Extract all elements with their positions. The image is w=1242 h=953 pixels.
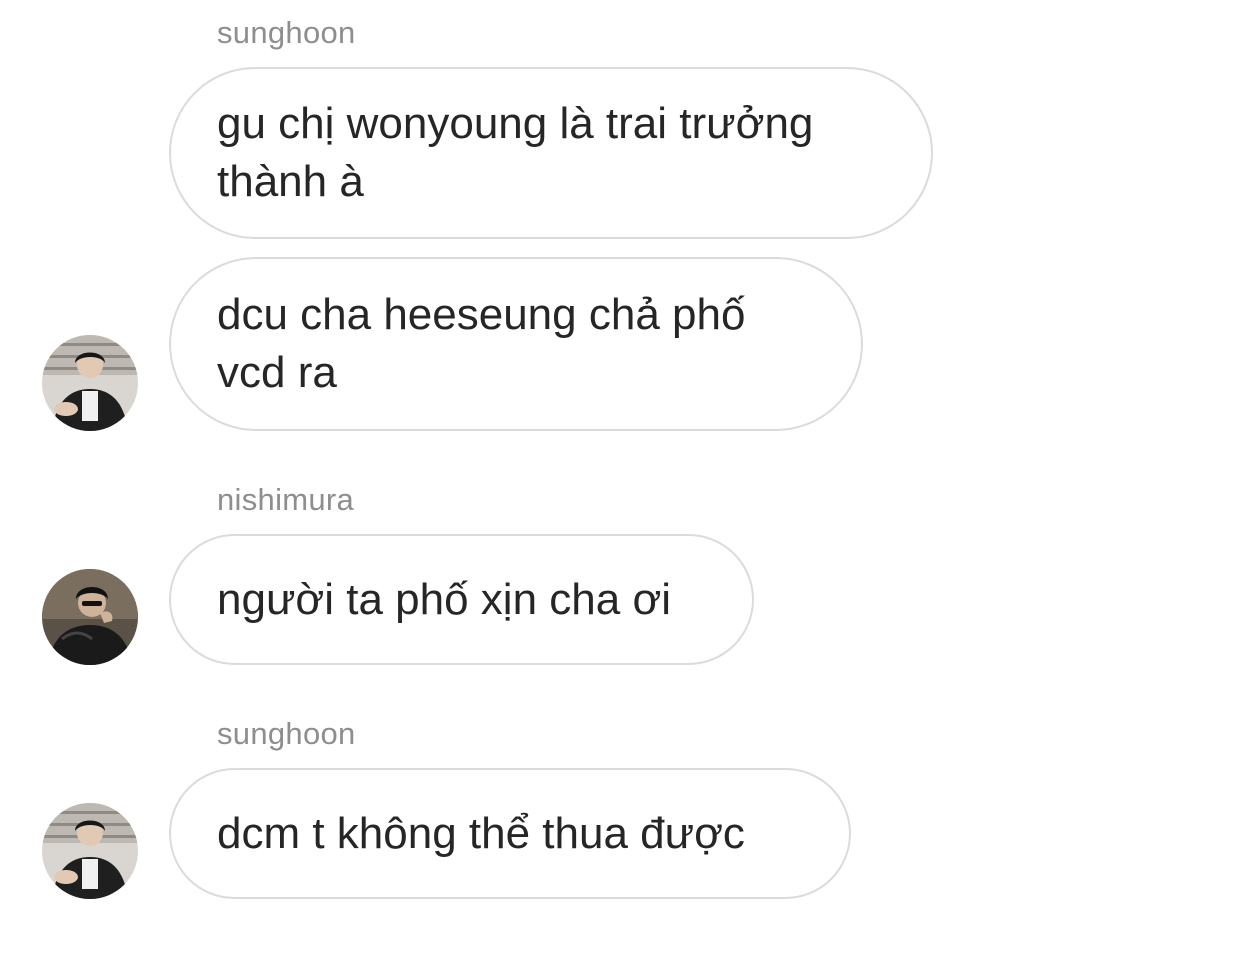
message-bubble[interactable]: dcm t không thể thua được <box>169 768 851 899</box>
sender-name: sunghoon <box>217 716 356 751</box>
message-bubble[interactable]: gu chị wonyoung là trai trưởng thành à <box>169 67 933 239</box>
message-bubble[interactable]: dcu cha heeseung chả phố vcd ra <box>169 257 863 431</box>
avatar[interactable] <box>42 803 138 899</box>
message-text: dcu cha heeseung chả phố vcd ra <box>217 290 746 397</box>
message-bubble[interactable]: người ta phố xịn cha ơi <box>169 534 754 665</box>
avatar[interactable] <box>42 335 138 431</box>
sender-name: sunghoon <box>217 15 356 50</box>
person-avatar-icon <box>42 569 138 665</box>
person-avatar-icon <box>42 335 138 431</box>
sender-name: nishimura <box>217 482 355 517</box>
message-text: dcm t không thể thua được <box>217 808 745 858</box>
person-avatar-icon <box>42 803 138 899</box>
message-text: gu chị wonyoung là trai trưởng thành à <box>217 99 814 206</box>
message-text: người ta phố xịn cha ơi <box>217 574 672 624</box>
avatar[interactable] <box>42 569 138 665</box>
